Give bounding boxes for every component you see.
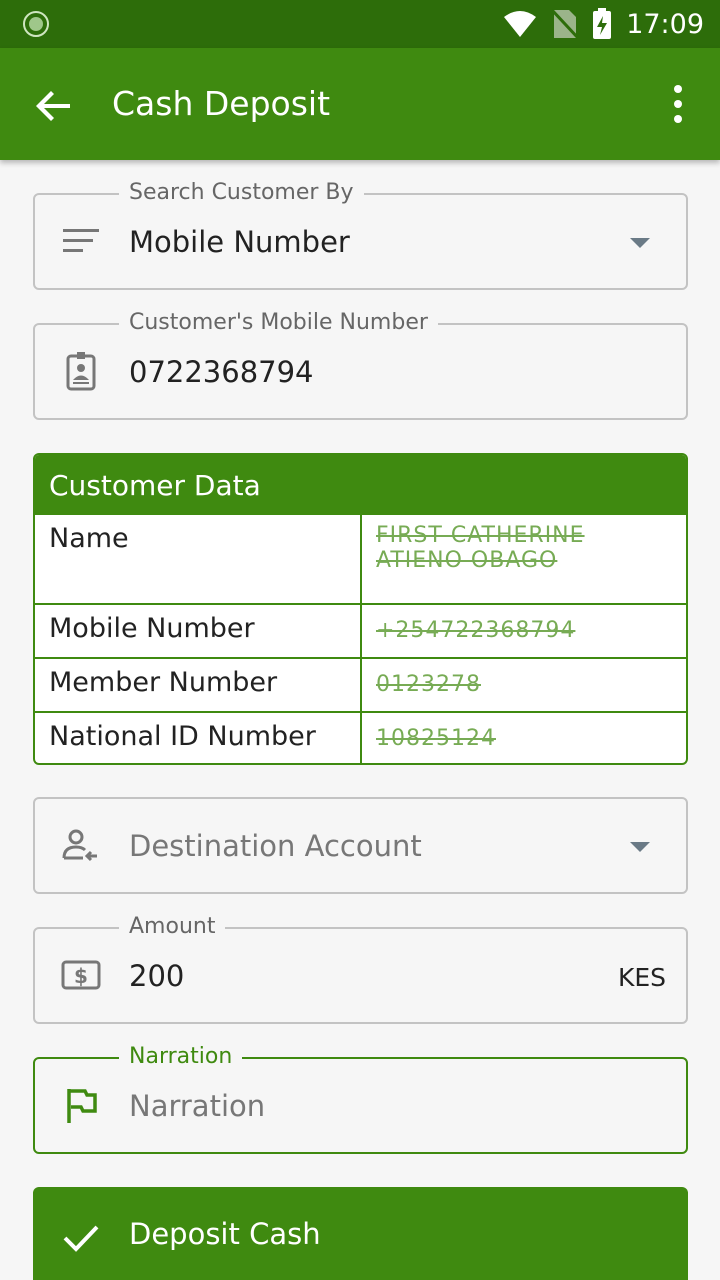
table-row: Member Number 0123278 (35, 657, 686, 712)
destination-account-dropdown[interactable]: Destination Account (33, 797, 688, 894)
amount-field[interactable]: Amount $ 200 KES (33, 914, 688, 1024)
narration-field[interactable]: Narration Narration (33, 1044, 688, 1154)
flag-icon (67, 1089, 97, 1123)
search-by-dropdown[interactable]: Search Customer By Mobile Number (33, 180, 688, 290)
table-row: National ID Number 10825124 (35, 711, 686, 763)
more-vert-icon[interactable] (666, 84, 690, 124)
arrow-back-icon[interactable] (30, 82, 78, 130)
wifi-icon (504, 11, 537, 37)
dollar-bill-icon: $ (61, 960, 101, 990)
deposit-cash-label: Deposit Cash (129, 1217, 321, 1251)
person-transfer-icon (62, 829, 97, 862)
row-value-name: FIRST CATHERINE ATIENO OBAGO (361, 513, 686, 604)
page-title: Cash Deposit (112, 84, 331, 123)
table-row: Mobile Number +254722368794 (35, 603, 686, 658)
search-by-value: Mobile Number (129, 225, 350, 259)
table-row: Name FIRST CATHERINE ATIENO OBAGO (35, 513, 686, 604)
row-key-name: Name (35, 513, 362, 604)
narration-input[interactable]: Narration (129, 1089, 265, 1123)
mobile-number-field[interactable]: Customer's Mobile Number 0722368794 (33, 310, 688, 420)
destination-account-placeholder: Destination Account (129, 829, 422, 863)
narration-label: Narration (119, 1044, 243, 1069)
mobile-number-label: Customer's Mobile Number (119, 310, 438, 335)
battery-charging-icon (593, 8, 612, 39)
currency-suffix: KES (617, 963, 666, 992)
app-bar: Cash Deposit (0, 48, 720, 160)
row-key-national-id: National ID Number (35, 711, 362, 763)
svg-text:$: $ (74, 964, 88, 988)
row-key-mobile: Mobile Number (35, 603, 362, 658)
customer-data-title: Customer Data (35, 455, 686, 513)
row-key-member: Member Number (35, 657, 362, 712)
amount-label: Amount (119, 914, 226, 939)
form-content: Search Customer By Mobile Number Custome… (0, 160, 720, 1280)
customer-data-table: Name FIRST CATHERINE ATIENO OBAGO Mobile… (35, 513, 686, 763)
filter-list-icon (63, 229, 99, 252)
deposit-cash-button[interactable]: Deposit Cash (33, 1187, 688, 1280)
customer-data-card: Customer Data Name FIRST CATHERINE ATIEN… (33, 453, 688, 765)
row-value-member: 0123278 (361, 657, 686, 712)
status-time: 17:09 (626, 8, 704, 40)
chevron-down-icon (630, 238, 650, 248)
status-bar: 17:09 (0, 0, 720, 48)
app-notification-icon (23, 11, 49, 37)
no-sim-icon (552, 8, 579, 40)
mobile-number-input[interactable]: 0722368794 (129, 355, 314, 389)
row-value-national-id: 10825124 (361, 711, 686, 763)
row-value-mobile: +254722368794 (361, 603, 686, 658)
search-by-label: Search Customer By (119, 180, 364, 205)
amount-input[interactable]: 200 (129, 959, 184, 993)
check-icon (63, 1225, 99, 1252)
chevron-down-icon (630, 842, 650, 852)
id-badge-icon (66, 352, 96, 391)
